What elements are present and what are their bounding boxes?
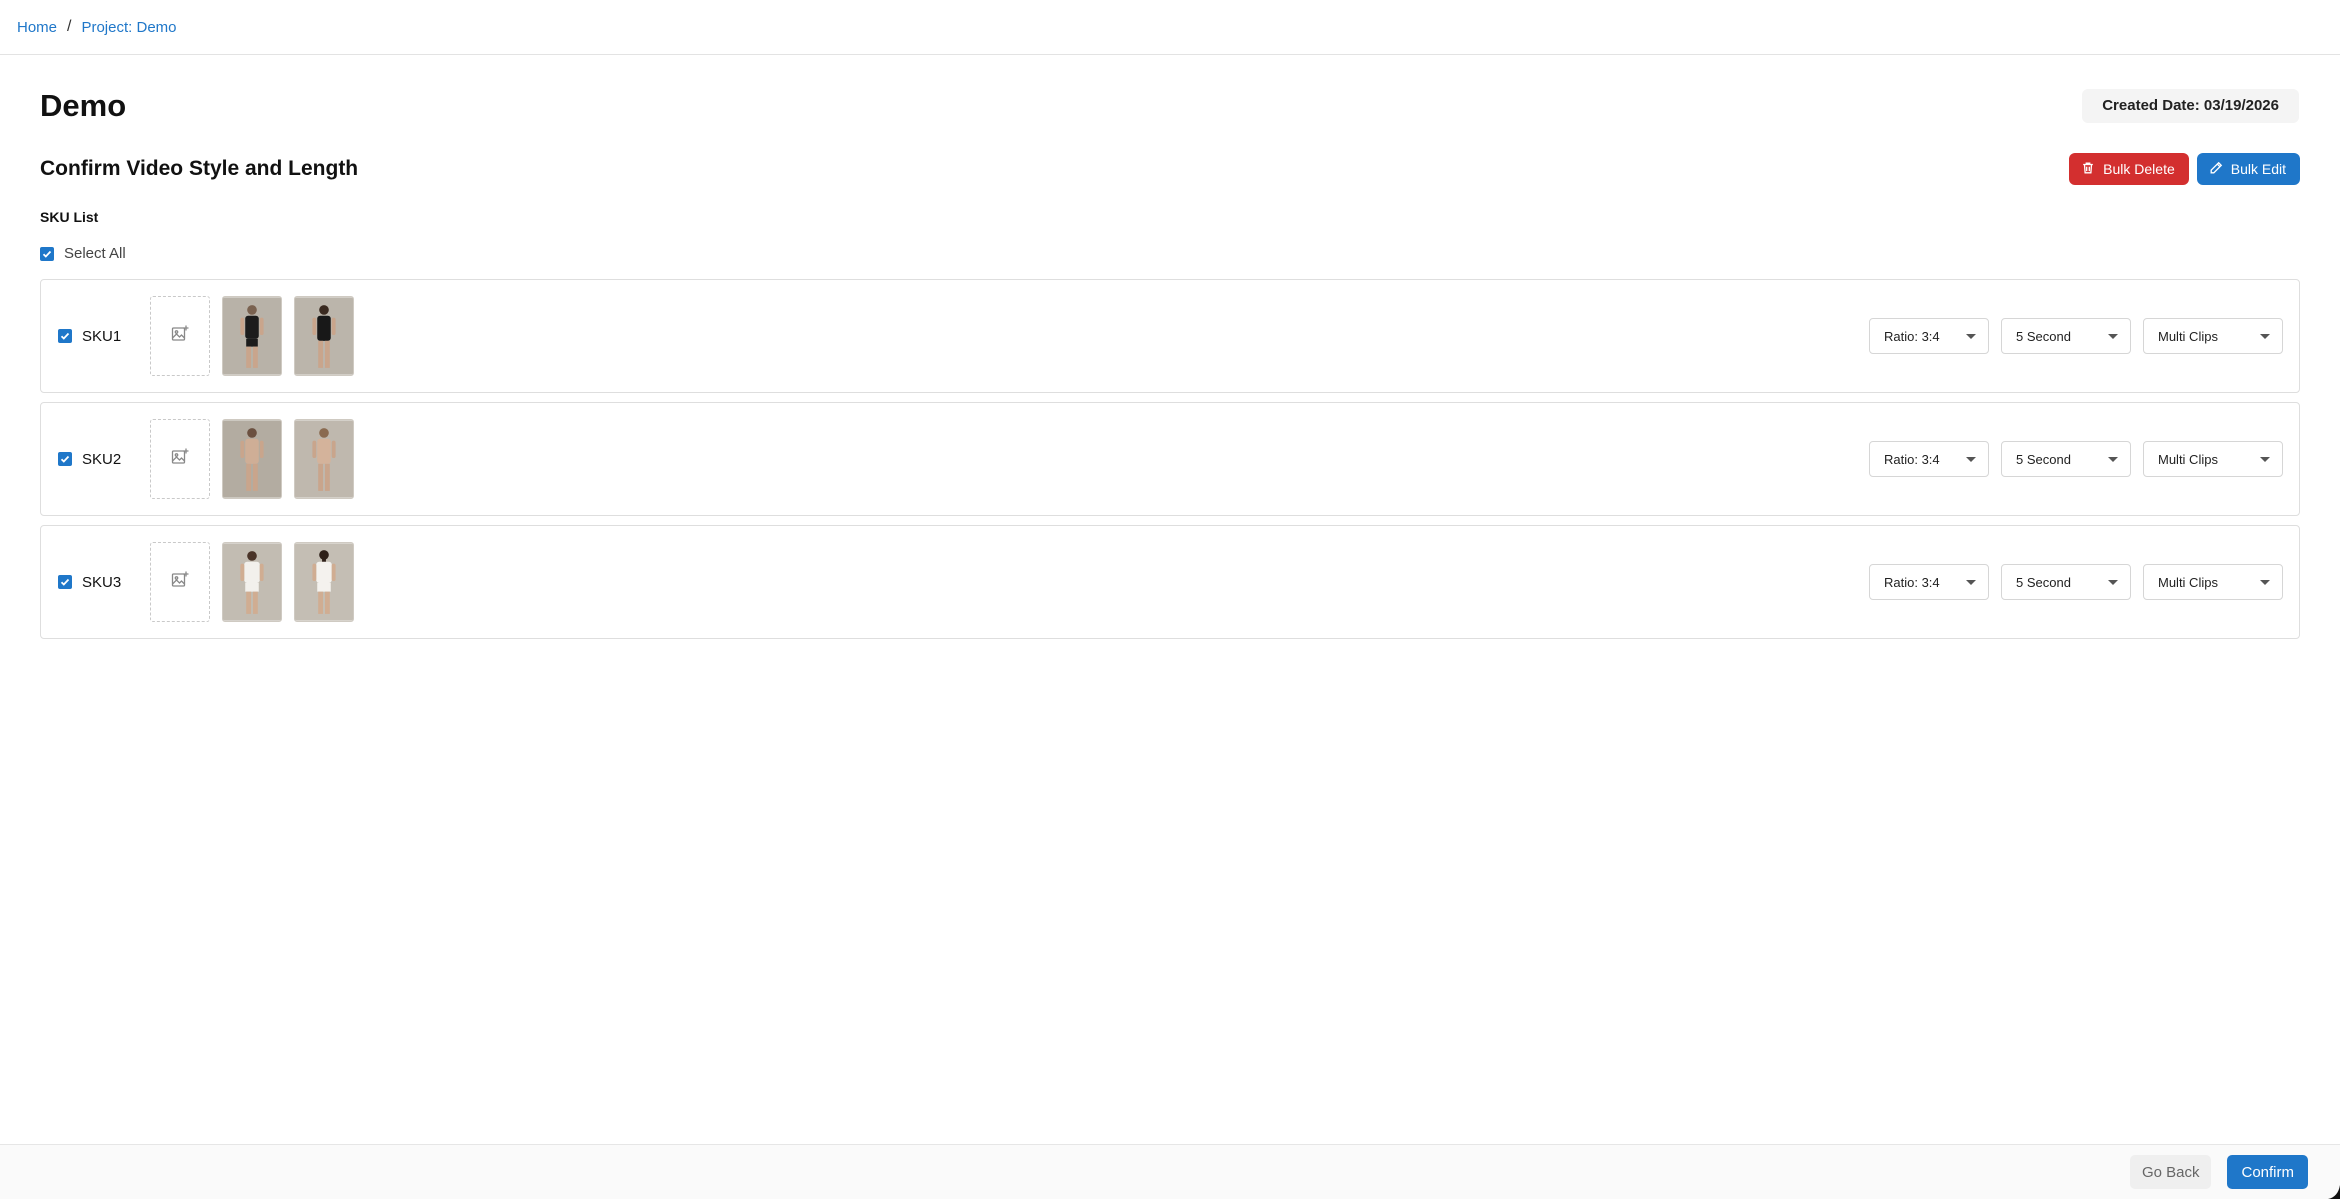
style-value: Multi Clips — [2158, 328, 2218, 344]
length-value: 5 Second — [2016, 451, 2071, 467]
footer-bar: Go Back Confirm — [0, 1144, 2340, 1199]
breadcrumb-home-link[interactable]: Home — [17, 19, 57, 36]
confirm-button[interactable]: Confirm — [2227, 1155, 2308, 1189]
ratio-select[interactable]: Ratio: 3:4 — [1869, 564, 1989, 600]
title-row: Demo Created Date: 03/19/2026 — [40, 85, 2300, 127]
sku-list-label: SKU List — [40, 209, 99, 225]
sku-card: SKU1 Ratio: 3:4 5 Second Multi Clips — [40, 279, 2300, 393]
add-image-button[interactable] — [150, 296, 210, 376]
created-date-badge: Created Date: 03/19/2026 — [2082, 89, 2299, 123]
style-select[interactable]: Multi Clips — [2143, 318, 2283, 354]
sku-thumbnail[interactable] — [222, 542, 282, 622]
sku-thumbnail[interactable] — [222, 296, 282, 376]
chevron-down-icon — [2260, 333, 2270, 339]
go-back-button[interactable]: Go Back — [2129, 1155, 2212, 1189]
ratio-value: Ratio: 3:4 — [1884, 328, 1940, 344]
ratio-select[interactable]: Ratio: 3:4 — [1869, 441, 1989, 477]
section-title: Confirm Video Style and Length — [40, 157, 359, 180]
sku-card: SKU2 Ratio: 3:4 5 Second Multi Clips — [40, 402, 2300, 516]
add-image-button[interactable] — [150, 542, 210, 622]
chevron-down-icon — [2260, 579, 2270, 585]
resize-corner-icon — [2328, 1185, 2340, 1199]
add-image-button[interactable] — [150, 419, 210, 499]
chevron-down-icon — [2260, 456, 2270, 462]
sku-thumbnail[interactable] — [294, 542, 354, 622]
breadcrumb-project-link[interactable]: Project: Demo — [81, 19, 176, 36]
length-select[interactable]: 5 Second — [2001, 318, 2131, 354]
chevron-down-icon — [2108, 456, 2118, 462]
sku-name: SKU3 — [82, 573, 122, 591]
sku-checkbox[interactable] — [58, 575, 72, 589]
style-select[interactable]: Multi Clips — [2143, 441, 2283, 477]
chevron-down-icon — [1966, 579, 1976, 585]
bulk-delete-button[interactable]: Bulk Delete — [2069, 153, 2189, 185]
sku-checkbox[interactable] — [58, 329, 72, 343]
sku-thumbnail[interactable] — [294, 296, 354, 376]
bulk-edit-label: Bulk Edit — [2230, 161, 2286, 177]
bulk-delete-label: Bulk Delete — [2103, 161, 2175, 177]
breadcrumb-separator: / — [67, 18, 72, 35]
length-select[interactable]: 5 Second — [2001, 564, 2131, 600]
style-select[interactable]: Multi Clips — [2143, 564, 2283, 600]
chevron-down-icon — [1966, 333, 1976, 339]
sku-card: SKU3 Ratio: 3:4 5 Second Multi Clips — [40, 525, 2300, 639]
trash-icon — [2081, 161, 2095, 178]
add-image-icon — [170, 324, 190, 349]
select-all-row: Select All — [40, 245, 2300, 262]
length-value: 5 Second — [2016, 574, 2071, 590]
sku-checkbox[interactable] — [58, 452, 72, 466]
sku-thumbnail[interactable] — [294, 419, 354, 499]
bulk-actions: Bulk Delete Bulk Edit — [2069, 153, 2300, 185]
ratio-value: Ratio: 3:4 — [1884, 451, 1940, 467]
select-all-label: Select All — [64, 245, 126, 262]
add-image-icon — [170, 570, 190, 595]
chevron-down-icon — [2108, 333, 2118, 339]
page-title: Demo — [40, 88, 127, 123]
sku-thumbnail[interactable] — [222, 419, 282, 499]
add-image-icon — [170, 447, 190, 472]
sku-list: SKU1 Ratio: 3:4 5 Second Multi Clips SKU… — [40, 279, 2300, 639]
pencil-icon — [2209, 161, 2223, 178]
breadcrumb: Home / Project: Demo — [0, 0, 2340, 55]
bulk-edit-button[interactable]: Bulk Edit — [2196, 153, 2300, 185]
sku-name: SKU1 — [82, 327, 122, 345]
ratio-value: Ratio: 3:4 — [1884, 574, 1940, 590]
section-header: Confirm Video Style and Length Bulk Dele… — [40, 152, 2300, 186]
length-value: 5 Second — [2016, 328, 2071, 344]
chevron-down-icon — [1966, 456, 1976, 462]
chevron-down-icon — [2108, 579, 2118, 585]
select-all-checkbox[interactable] — [40, 246, 54, 261]
main-content: Demo Created Date: 03/19/2026 Confirm Vi… — [0, 85, 2340, 639]
length-select[interactable]: 5 Second — [2001, 441, 2131, 477]
sku-name: SKU2 — [82, 450, 122, 468]
ratio-select[interactable]: Ratio: 3:4 — [1869, 318, 1989, 354]
style-value: Multi Clips — [2158, 451, 2218, 467]
style-value: Multi Clips — [2158, 574, 2218, 590]
